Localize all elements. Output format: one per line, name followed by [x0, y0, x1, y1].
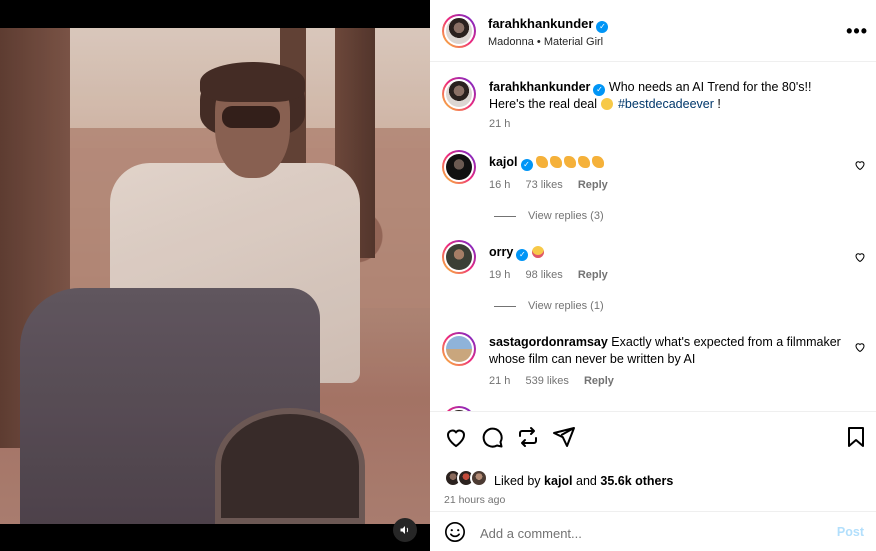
- verified-badge-icon: ✓: [520, 159, 533, 171]
- share-send-icon[interactable]: [552, 425, 576, 449]
- divider-line: [494, 215, 516, 217]
- like-heart-icon[interactable]: [854, 251, 866, 263]
- reply-button[interactable]: Reply: [584, 375, 614, 387]
- comment-likes[interactable]: 539 likes: [525, 375, 568, 387]
- post-timestamp: 21 hours ago: [444, 494, 506, 506]
- view-replies-button[interactable]: View replies (3): [494, 210, 604, 222]
- caption-text: farahkhankunder ✓ Who needs an AI Trend f…: [489, 80, 812, 111]
- commenter-username[interactable]: kajol: [489, 155, 518, 169]
- audio-track[interactable]: Madonna • Material Girl: [488, 36, 603, 48]
- post-media[interactable]: [0, 0, 430, 551]
- clap-emoji-icon: [577, 156, 590, 168]
- commenter-avatar[interactable]: [442, 240, 476, 274]
- add-comment-bar: Post: [430, 511, 876, 551]
- liker-username[interactable]: kajol: [544, 474, 573, 488]
- liker-avatar: [470, 469, 488, 487]
- comment-text: kajol ✓: [489, 154, 849, 171]
- speaker-icon: [400, 526, 409, 534]
- caption-avatar[interactable]: [442, 77, 476, 111]
- audio-toggle-button[interactable]: [393, 518, 417, 542]
- clap-emoji-icon: [535, 156, 548, 168]
- commenter-avatar[interactable]: [442, 150, 476, 184]
- verified-badge-icon: ✓: [593, 84, 606, 96]
- clap-emoji-icon: [591, 156, 604, 168]
- like-heart-icon[interactable]: [444, 425, 468, 449]
- view-replies-button[interactable]: View replies (1): [494, 300, 604, 312]
- post-header: farahkhankunder ✓ Madonna • Material Girl…: [430, 0, 876, 62]
- comment-time: 21 h: [489, 375, 511, 387]
- photo-tint: [0, 28, 430, 524]
- save-bookmark-icon[interactable]: [844, 425, 868, 449]
- verified-badge-icon: ✓: [516, 249, 529, 261]
- comment-likes[interactable]: 98 likes: [525, 269, 562, 281]
- instagram-post-view: farahkhankunder ✓ Madonna • Material Girl…: [0, 0, 876, 551]
- verified-badge-icon: ✓: [596, 21, 609, 33]
- reply-button[interactable]: Reply: [578, 269, 608, 281]
- caption-meta: 21 h: [489, 118, 522, 130]
- wink-emoji-icon: [600, 98, 613, 110]
- like-heart-icon[interactable]: [854, 159, 866, 171]
- comment-meta: 21 h 539 likes Reply: [489, 375, 626, 387]
- comments-list[interactable]: farahkhankunder ✓ Who needs an AI Trend f…: [430, 62, 876, 412]
- caption-username[interactable]: farahkhankunder: [489, 80, 590, 94]
- commenter-username[interactable]: orry: [489, 245, 513, 259]
- author-avatar[interactable]: [442, 14, 476, 48]
- comment-bubble-icon[interactable]: [480, 425, 504, 449]
- comment-meta: 16 h 73 likes Reply: [489, 179, 620, 191]
- emoji-picker-icon[interactable]: [444, 521, 466, 543]
- commenter-username[interactable]: sastagordonramsay: [489, 335, 608, 349]
- more-options-icon[interactable]: •••: [846, 21, 868, 42]
- likes-count[interactable]: 35.6k others: [600, 474, 673, 488]
- reply-button[interactable]: Reply: [578, 179, 608, 191]
- repost-icon[interactable]: [516, 425, 540, 449]
- clap-emoji-icon: [563, 156, 576, 168]
- comment-text: orry ✓: [489, 244, 849, 261]
- commenter-avatar[interactable]: [442, 332, 476, 366]
- comment-input[interactable]: [480, 524, 800, 542]
- like-heart-icon[interactable]: [854, 341, 866, 353]
- heart-eyes-emoji-icon: [531, 246, 544, 258]
- comment-time: 19 h: [489, 269, 511, 281]
- divider-line: [494, 305, 516, 307]
- caption-time: 21 h: [489, 118, 511, 130]
- comment-meta: 19 h 98 likes Reply: [489, 269, 620, 281]
- comment-likes[interactable]: 73 likes: [525, 179, 562, 191]
- comment-time: 16 h: [489, 179, 511, 191]
- likes-summary[interactable]: Liked by kajol and 35.6k others: [494, 474, 673, 488]
- post-side-panel: farahkhankunder ✓ Madonna • Material Girl…: [430, 0, 876, 551]
- post-photo[interactable]: [0, 28, 430, 524]
- clap-emoji-icon: [549, 156, 562, 168]
- post-button[interactable]: Post: [837, 525, 864, 539]
- author-username[interactable]: farahkhankunder ✓: [488, 16, 609, 33]
- comment-text: sastagordonramsay Exactly what's expecte…: [489, 335, 841, 366]
- hashtag-link[interactable]: #bestdecadeever: [618, 97, 714, 111]
